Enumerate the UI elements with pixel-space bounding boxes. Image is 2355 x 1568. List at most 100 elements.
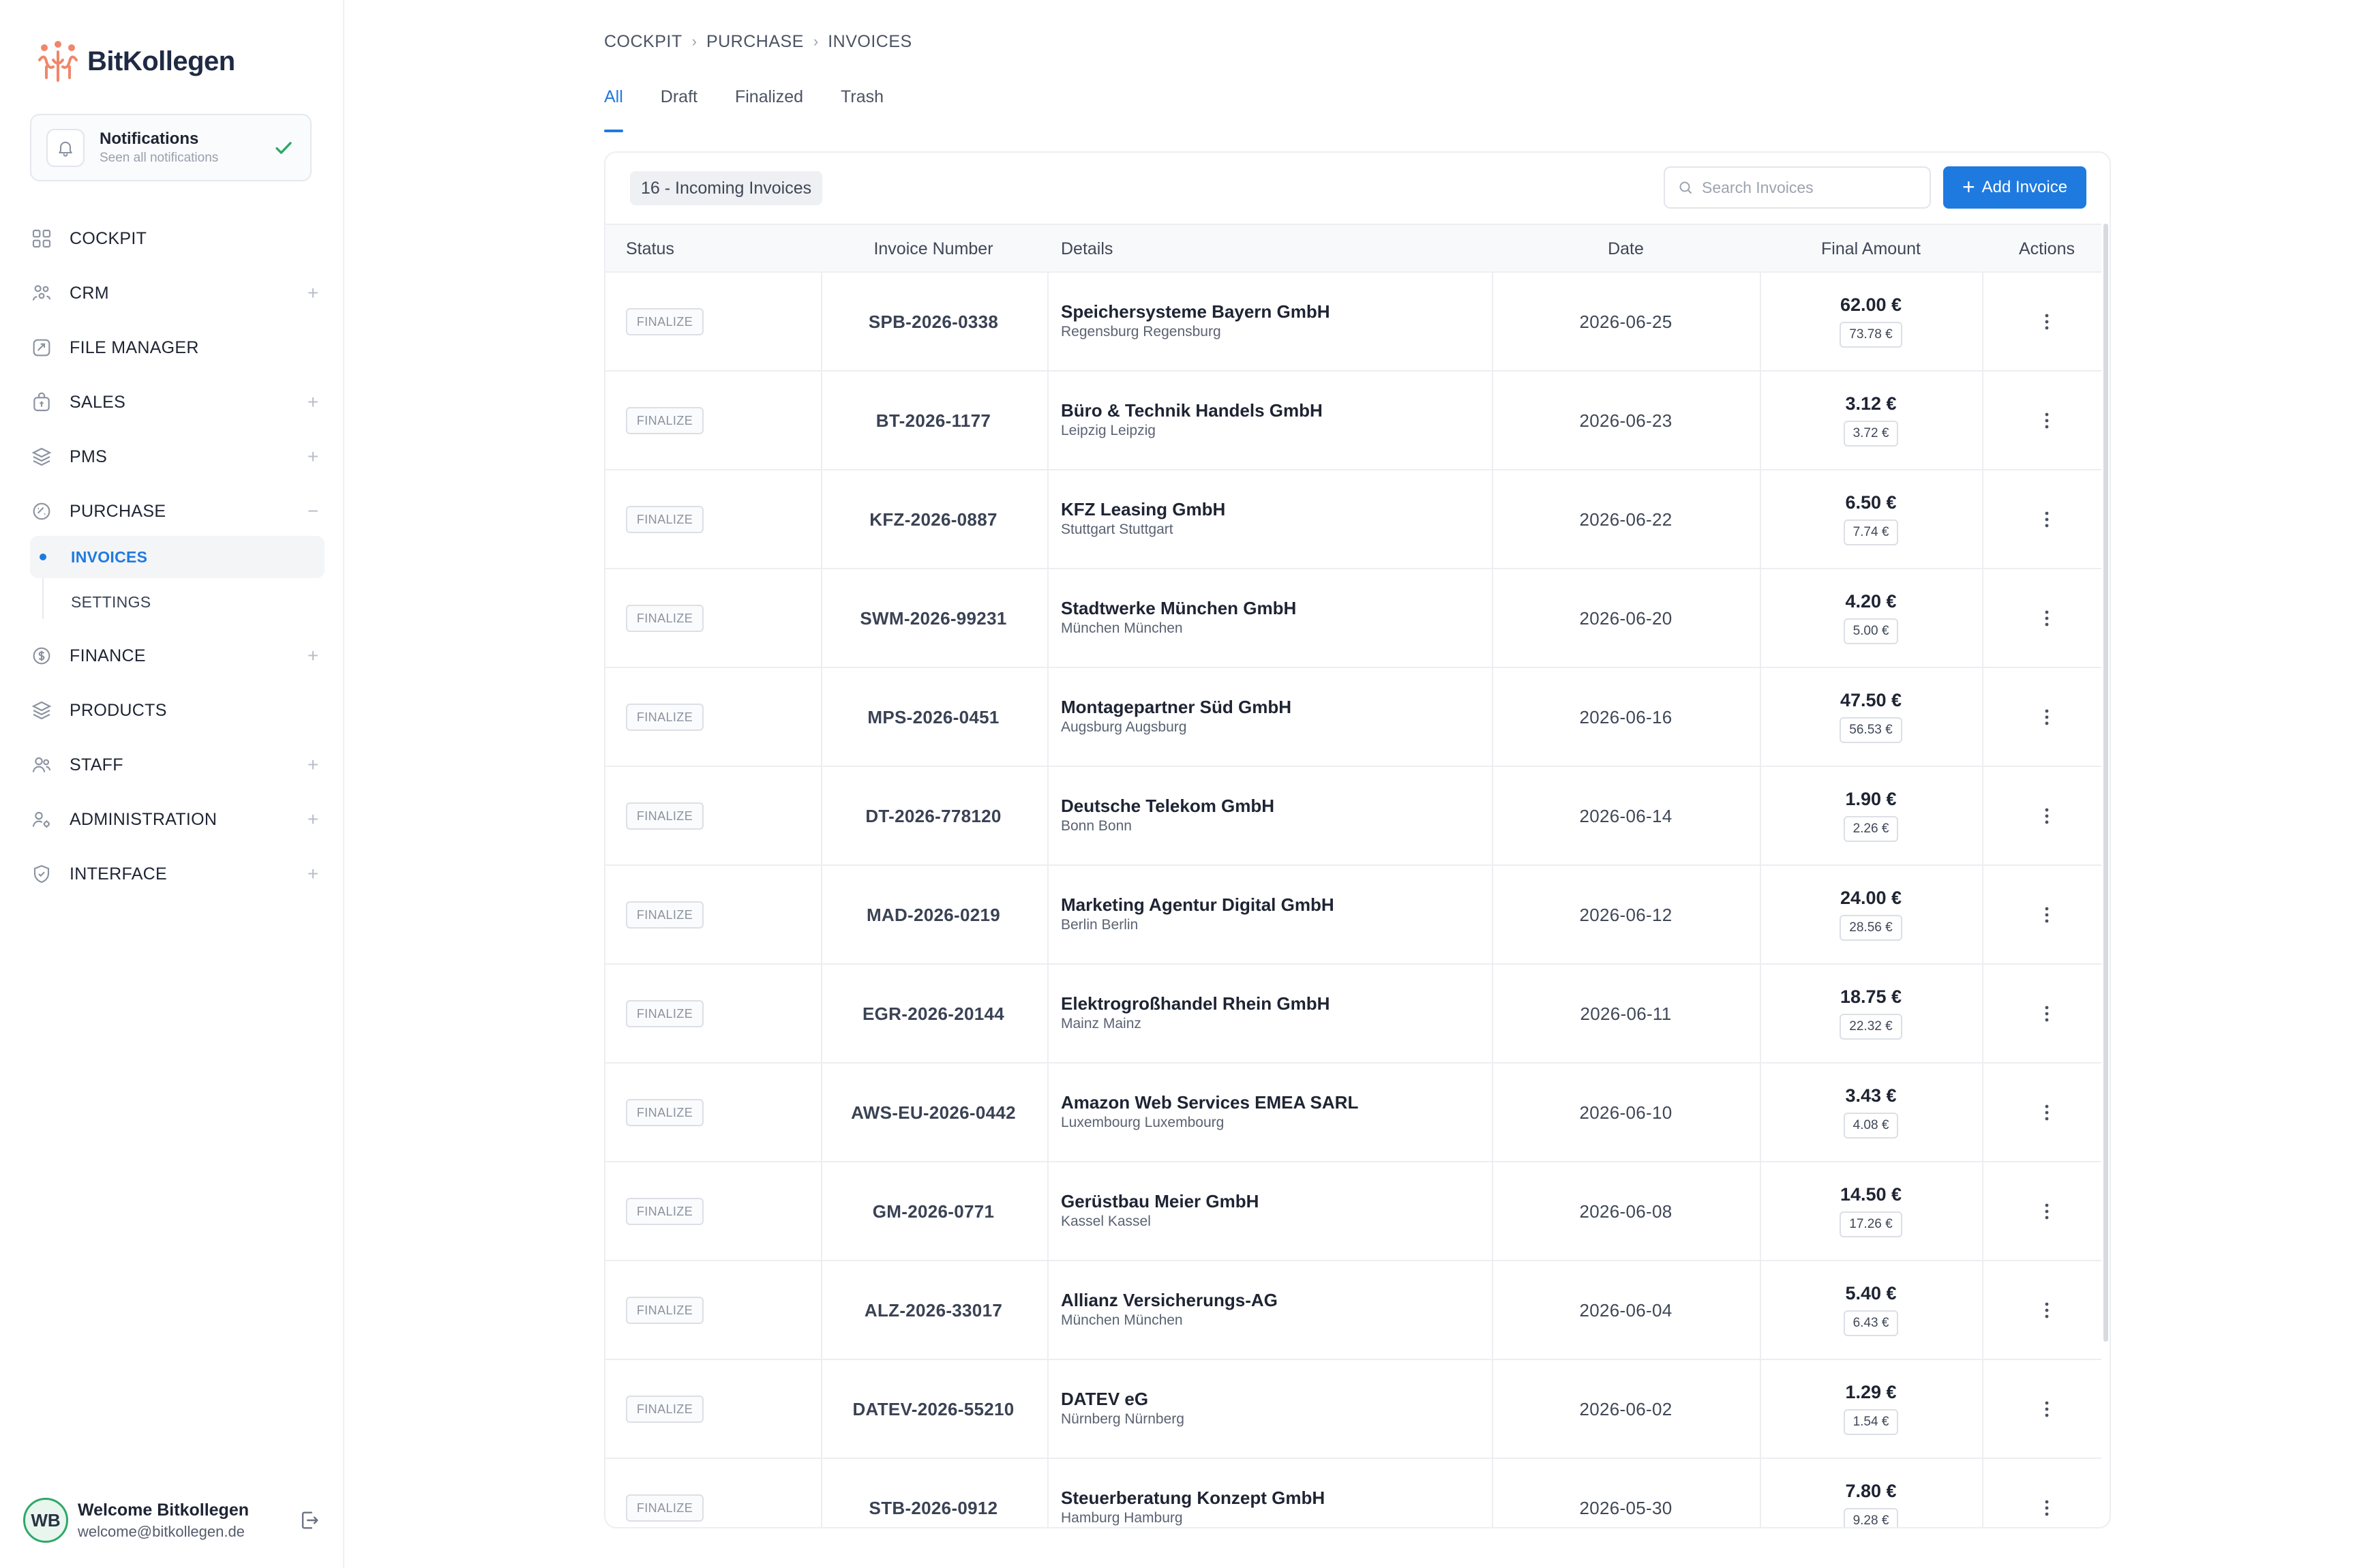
collapse-minus-icon[interactable]: − bbox=[303, 500, 323, 522]
column-header-status[interactable]: Status bbox=[626, 225, 674, 273]
table-row[interactable]: FINALIZE SPB-2026-0338 Speichersysteme Bay… bbox=[605, 273, 2101, 372]
invoice-number[interactable]: STB-2026-0912 bbox=[821, 1459, 1046, 1527]
expand-plus-icon[interactable]: + bbox=[303, 446, 323, 468]
invoice-number[interactable]: ALZ-2026-33017 bbox=[821, 1261, 1046, 1360]
more-vertical-icon[interactable] bbox=[2033, 407, 2060, 434]
sidebar-item-purchase[interactable]: PURCHASE − bbox=[30, 492, 323, 530]
logout-icon[interactable] bbox=[296, 1507, 323, 1534]
finalize-button[interactable]: FINALIZE bbox=[626, 802, 704, 830]
invoice-number[interactable]: KFZ-2026-0887 bbox=[821, 470, 1046, 569]
more-vertical-icon[interactable] bbox=[2033, 1000, 2060, 1027]
finalize-button[interactable]: FINALIZE bbox=[626, 1099, 704, 1126]
invoice-number[interactable]: MPS-2026-0451 bbox=[821, 668, 1046, 767]
sidebar-item-pms[interactable]: PMS + bbox=[30, 438, 323, 476]
expand-plus-icon[interactable]: + bbox=[303, 645, 323, 667]
invoice-number[interactable]: GM-2026-0771 bbox=[821, 1162, 1046, 1261]
invoice-number[interactable]: SWM-2026-99231 bbox=[821, 569, 1046, 668]
chevron-right-icon: › bbox=[691, 33, 697, 50]
sidebar-item-interface[interactable]: INTERFACE + bbox=[30, 855, 323, 893]
search-input[interactable] bbox=[1702, 178, 1920, 197]
column-header-details[interactable]: Details bbox=[1061, 225, 1113, 273]
finalize-button[interactable]: FINALIZE bbox=[626, 1198, 704, 1225]
finalize-button[interactable]: FINALIZE bbox=[626, 506, 704, 533]
expand-plus-icon[interactable]: + bbox=[303, 391, 323, 413]
table-row[interactable]: FINALIZE DATEV-2026-55210 DATEV eG Nürnberg… bbox=[605, 1360, 2101, 1459]
more-vertical-icon[interactable] bbox=[2033, 506, 2060, 533]
more-vertical-icon[interactable] bbox=[2033, 1494, 2060, 1522]
brand-logo[interactable]: BitKollegen bbox=[35, 40, 235, 83]
column-header-date[interactable]: Date bbox=[1492, 225, 1760, 273]
expand-plus-icon[interactable]: + bbox=[303, 754, 323, 776]
invoice-number[interactable]: SPB-2026-0338 bbox=[821, 273, 1046, 372]
column-divider bbox=[1047, 668, 1049, 766]
invoice-number[interactable]: BT-2026-1177 bbox=[821, 372, 1046, 470]
sidebar-item-sales[interactable]: SALES + bbox=[30, 383, 323, 421]
expand-plus-icon[interactable]: + bbox=[303, 863, 323, 885]
sidebar-item-administration[interactable]: ADMINISTRATION + bbox=[30, 800, 323, 839]
add-invoice-button[interactable]: + Add Invoice bbox=[1943, 166, 2086, 209]
invoice-number[interactable]: AWS-EU-2026-0442 bbox=[821, 1064, 1046, 1162]
avatar[interactable]: WB bbox=[23, 1498, 68, 1543]
notifications-card[interactable]: Notifications Seen all notifications bbox=[30, 114, 312, 181]
sidebar-item-file-manager[interactable]: FILE MANAGER bbox=[30, 329, 323, 367]
invoice-number[interactable]: DT-2026-778120 bbox=[821, 767, 1046, 866]
sidebar-subitem-invoices[interactable]: INVOICES bbox=[30, 536, 325, 578]
more-vertical-icon[interactable] bbox=[2033, 1396, 2060, 1423]
user-profile[interactable]: WB Welcome Bitkollegen welcome@bitkolleg… bbox=[23, 1493, 323, 1548]
more-vertical-icon[interactable] bbox=[2033, 1198, 2060, 1225]
invoice-number[interactable]: MAD-2026-0219 bbox=[821, 866, 1046, 965]
breadcrumb-item-cockpit[interactable]: COCKPIT bbox=[604, 32, 682, 52]
column-header-invoice-number[interactable]: Invoice Number bbox=[821, 225, 1046, 273]
table-row[interactable]: FINALIZE AWS-EU-2026-0442 Amazon Web Servi… bbox=[605, 1064, 2101, 1162]
table-row[interactable]: FINALIZE STB-2026-0912 Steuerberatung Konz… bbox=[605, 1459, 2101, 1527]
tab-draft[interactable]: Draft bbox=[661, 82, 698, 132]
finalize-button[interactable]: FINALIZE bbox=[626, 1494, 704, 1522]
more-vertical-icon[interactable] bbox=[2033, 1099, 2060, 1126]
more-vertical-icon[interactable] bbox=[2033, 704, 2060, 731]
sidebar-item-label: PMS bbox=[70, 447, 108, 466]
admin-icon bbox=[30, 808, 53, 831]
table-row[interactable]: FINALIZE MPS-2026-0451 Montagepartner Süd … bbox=[605, 668, 2101, 767]
table-row[interactable]: FINALIZE MAD-2026-0219 Marketing Agentur D… bbox=[605, 866, 2101, 965]
sidebar-item-crm[interactable]: CRM + bbox=[30, 274, 323, 312]
more-vertical-icon[interactable] bbox=[2033, 1297, 2060, 1324]
sidebar-item-products[interactable]: PRODUCTS bbox=[30, 691, 323, 729]
final-amount: 62.00 € bbox=[1840, 295, 1902, 315]
expand-plus-icon[interactable]: + bbox=[303, 809, 323, 830]
more-vertical-icon[interactable] bbox=[2033, 802, 2060, 830]
table-row[interactable]: FINALIZE SWM-2026-99231 Stadtwerke München… bbox=[605, 569, 2101, 668]
company-name: Montagepartner Süd GmbH bbox=[1061, 697, 1292, 717]
expand-plus-icon[interactable]: + bbox=[303, 282, 323, 304]
finalize-button[interactable]: FINALIZE bbox=[626, 308, 704, 335]
tab-trash[interactable]: Trash bbox=[841, 82, 884, 132]
finalize-button[interactable]: FINALIZE bbox=[626, 1000, 704, 1027]
finalize-button[interactable]: FINALIZE bbox=[626, 1396, 704, 1423]
finalize-button[interactable]: FINALIZE bbox=[626, 1297, 704, 1324]
sidebar-item-staff[interactable]: STAFF + bbox=[30, 746, 323, 784]
invoice-number[interactable]: DATEV-2026-55210 bbox=[821, 1360, 1046, 1459]
breadcrumb-item-purchase[interactable]: PURCHASE bbox=[706, 32, 804, 52]
more-vertical-icon[interactable] bbox=[2033, 901, 2060, 929]
table-row[interactable]: FINALIZE EGR-2026-20144 Elektrogroßhandel … bbox=[605, 965, 2101, 1064]
table-row[interactable]: FINALIZE GM-2026-0771 Gerüstbau Meier GmbH… bbox=[605, 1162, 2101, 1261]
table-row[interactable]: FINALIZE ALZ-2026-33017 Allianz Versicheru… bbox=[605, 1261, 2101, 1360]
sidebar-item-finance[interactable]: FINANCE + bbox=[30, 637, 323, 675]
finalize-button[interactable]: FINALIZE bbox=[626, 407, 704, 434]
table-row[interactable]: FINALIZE BT-2026-1177 Büro & Technik Hande… bbox=[605, 372, 2101, 470]
invoice-number[interactable]: EGR-2026-20144 bbox=[821, 965, 1046, 1064]
tab-all[interactable]: All bbox=[604, 82, 623, 132]
column-header-final-amount[interactable]: Final Amount bbox=[1760, 225, 1982, 273]
sidebar-item-cockpit[interactable]: COCKPIT bbox=[30, 220, 323, 258]
finalize-button[interactable]: FINALIZE bbox=[626, 901, 704, 929]
table-row[interactable]: FINALIZE KFZ-2026-0887 KFZ Leasing GmbH Stu… bbox=[605, 470, 2101, 569]
table-scrollbar[interactable] bbox=[2103, 224, 2108, 1342]
search-box[interactable] bbox=[1664, 166, 1931, 209]
invoice-amount: 62.00 € 73.78 € bbox=[1760, 293, 1982, 348]
more-vertical-icon[interactable] bbox=[2033, 308, 2060, 335]
tab-finalized[interactable]: Finalized bbox=[735, 82, 803, 132]
finalize-button[interactable]: FINALIZE bbox=[626, 605, 704, 632]
finalize-button[interactable]: FINALIZE bbox=[626, 704, 704, 731]
table-row[interactable]: FINALIZE DT-2026-778120 Deutsche Telekom G… bbox=[605, 767, 2101, 866]
sidebar-subitem-settings[interactable]: SETTINGS bbox=[30, 581, 325, 623]
more-vertical-icon[interactable] bbox=[2033, 605, 2060, 632]
